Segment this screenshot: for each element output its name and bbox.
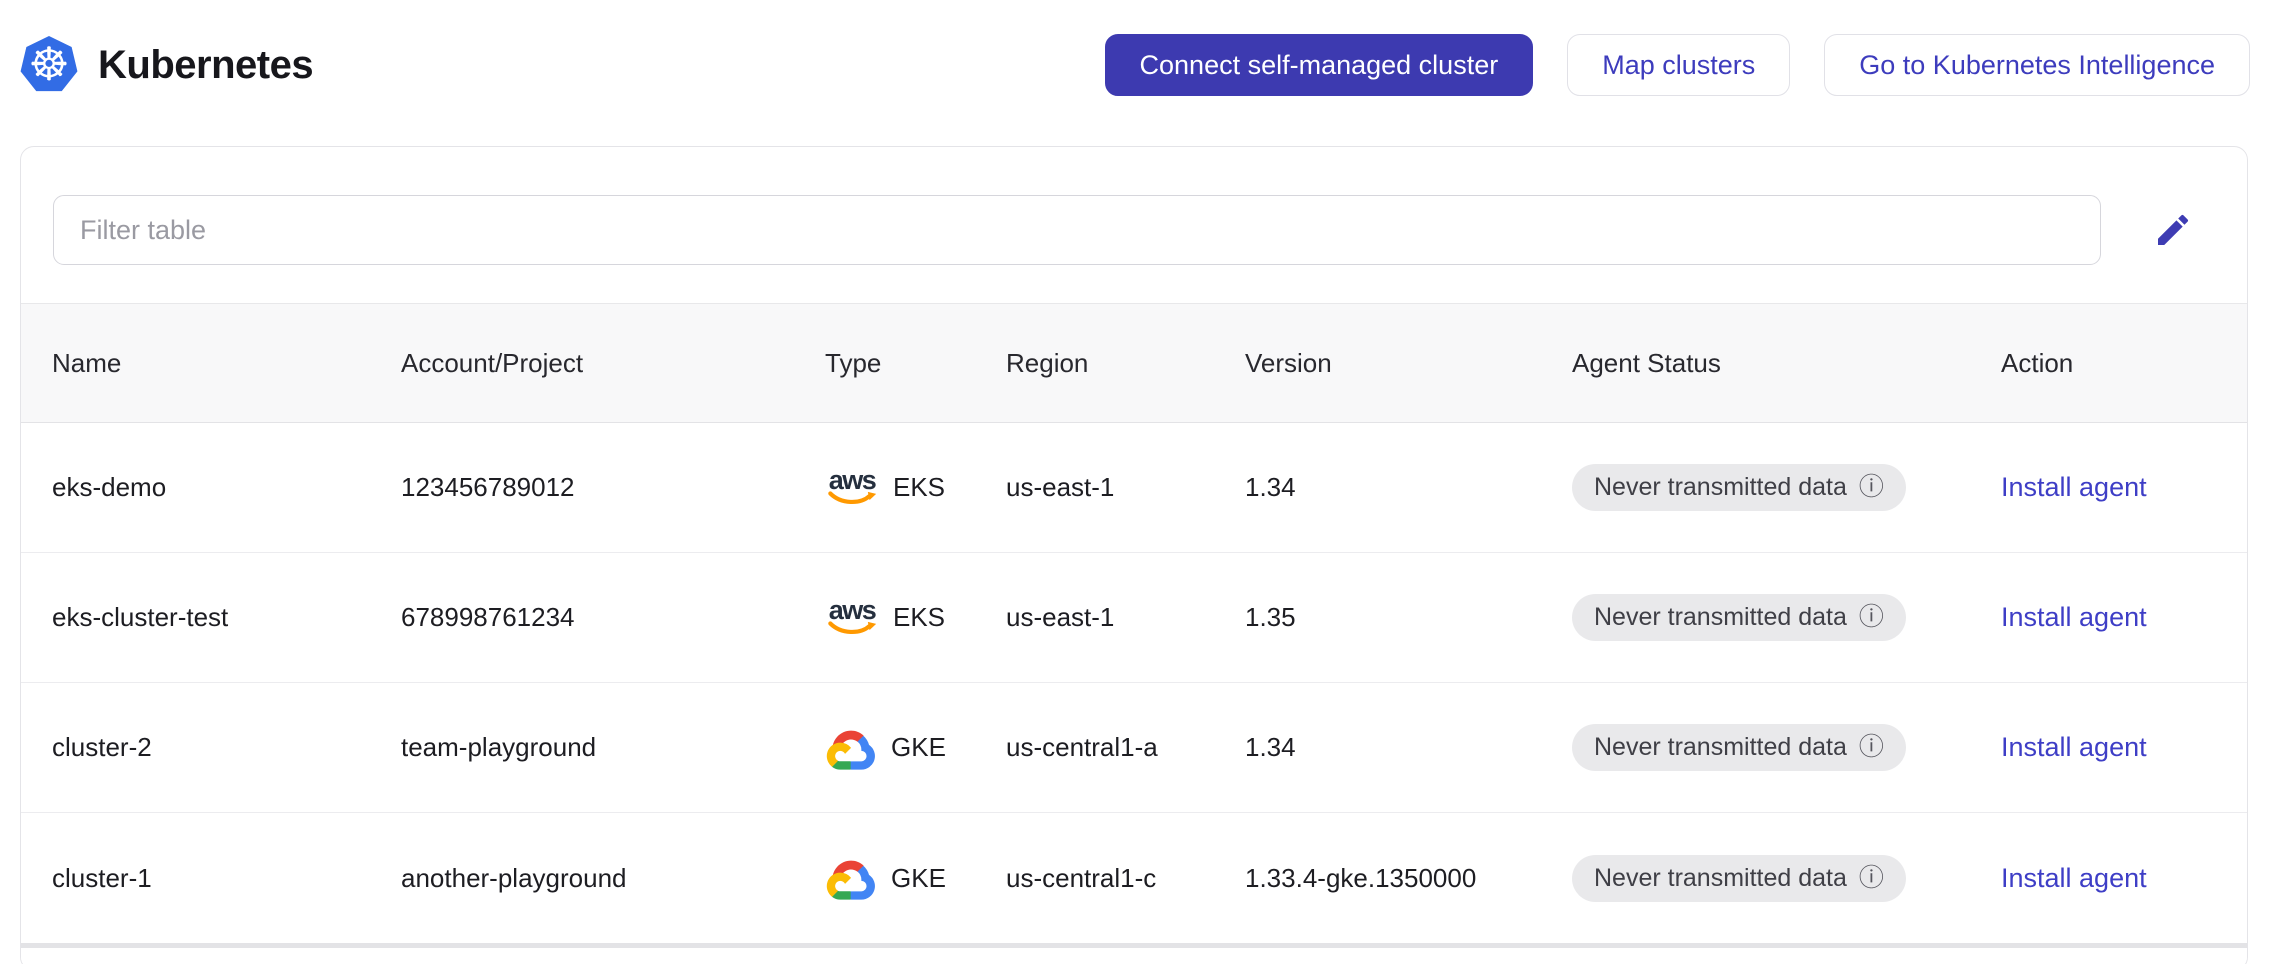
agent-status-badge: Never transmitted data ⓘ [1572, 464, 1906, 511]
info-icon[interactable]: ⓘ [1859, 475, 1884, 500]
version-cell: 1.33.4-gke.1350000 [1245, 862, 1477, 893]
table-body: eks-demo 123456789012 aws EKS us-east-1 … [21, 423, 2247, 943]
cluster-name-cell: cluster-2 [52, 732, 152, 762]
kubernetes-logo-icon: ☸ [20, 36, 78, 92]
agent-status-text: Never transmitted data [1594, 473, 1847, 501]
account-project-cell: 678998761234 [401, 602, 575, 632]
cluster-type-label: EKS [893, 472, 946, 502]
cluster-type-label: GKE [891, 862, 946, 893]
cluster-type-label: EKS [893, 602, 946, 632]
aws-logo-icon: aws [825, 597, 879, 636]
agent-status-badge: Never transmitted data ⓘ [1572, 594, 1906, 641]
table-footer-space [21, 948, 2247, 964]
agent-status-cell: Never transmitted data ⓘ [1572, 464, 2001, 511]
filter-row [21, 147, 2247, 303]
agent-status-badge: Never transmitted data ⓘ [1572, 724, 1906, 771]
edit-table-button[interactable] [2149, 206, 2197, 254]
version-cell: 1.35 [1245, 602, 1296, 632]
kubernetes-page: ☸ Kubernetes Connect self-managed cluste… [0, 32, 2270, 964]
google-cloud-logo-icon [825, 855, 877, 901]
google-cloud-logo-icon [825, 725, 877, 771]
region-cell: us-east-1 [1006, 602, 1115, 632]
map-clusters-button[interactable]: Map clusters [1567, 34, 1791, 96]
cluster-type-cell: aws GKE [825, 855, 1006, 901]
page-title-group: ☸ Kubernetes [20, 36, 314, 94]
column-header-agent-status[interactable]: Agent Status [1572, 348, 2001, 379]
column-header-region[interactable]: Region [1006, 348, 1245, 379]
install-agent-link[interactable]: Install agent [2001, 472, 2147, 502]
agent-status-text: Never transmitted data [1594, 603, 1847, 631]
page-title: Kubernetes [98, 42, 314, 87]
column-header-action[interactable]: Action [2001, 348, 2216, 379]
region-cell: us-central1-a [1006, 732, 1158, 762]
connect-self-managed-cluster-button[interactable]: Connect self-managed cluster [1104, 34, 1534, 96]
cluster-type-cell: aws EKS [825, 597, 1006, 636]
cluster-name-cell: cluster-1 [52, 862, 152, 893]
go-to-kubernetes-intelligence-button[interactable]: Go to Kubernetes Intelligence [1824, 34, 2250, 96]
install-agent-link[interactable]: Install agent [2001, 863, 2147, 893]
action-cell: Install agent [2001, 732, 2216, 763]
table-row: eks-cluster-test 678998761234 aws EKS us… [21, 553, 2247, 683]
install-agent-link[interactable]: Install agent [2001, 602, 2147, 632]
header-actions: Connect self-managed cluster Map cluster… [1104, 34, 2250, 96]
region-cell: us-east-1 [1006, 472, 1115, 502]
agent-status-cell: Never transmitted data ⓘ [1572, 594, 2001, 641]
column-header-version[interactable]: Version [1245, 348, 1572, 379]
agent-status-cell: Never transmitted data ⓘ [1572, 854, 2001, 902]
info-icon[interactable]: ⓘ [1859, 735, 1884, 760]
filter-table-input[interactable] [53, 195, 2101, 265]
install-agent-link[interactable]: Install agent [2001, 732, 2147, 762]
info-icon[interactable]: ⓘ [1859, 605, 1884, 630]
agent-status-cell: Never transmitted data ⓘ [1572, 724, 2001, 771]
column-header-name[interactable]: Name [52, 348, 401, 379]
info-icon[interactable]: ⓘ [1859, 865, 1884, 891]
region-cell: us-central1-c [1006, 862, 1157, 893]
action-cell: Install agent [2001, 472, 2216, 503]
column-header-type[interactable]: Type [825, 348, 1006, 379]
cluster-type-label: GKE [891, 732, 946, 762]
account-project-cell: 123456789012 [401, 472, 575, 502]
cluster-name-cell: eks-demo [52, 472, 167, 502]
cluster-name-cell: eks-cluster-test [52, 602, 229, 632]
cluster-type-cell: aws GKE [825, 725, 1006, 771]
agent-status-text: Never transmitted data [1594, 733, 1847, 761]
table-row: cluster-2 team-playground aws GKE us-c [21, 683, 2247, 813]
action-cell: Install agent [2001, 602, 2216, 633]
version-cell: 1.34 [1245, 472, 1296, 502]
aws-logo-icon: aws [825, 467, 879, 506]
account-project-cell: team-playground [401, 732, 597, 762]
cluster-type-cell: aws EKS [825, 467, 1006, 506]
table-row: cluster-1 another-playground aws GKE u [21, 813, 2247, 943]
agent-status-text: Never transmitted data [1594, 863, 1847, 892]
clusters-table: Name Account/Project Type Region Version… [21, 303, 2247, 943]
table-header-row: Name Account/Project Type Region Version… [21, 303, 2247, 423]
table-row: eks-demo 123456789012 aws EKS us-east-1 … [21, 423, 2247, 553]
agent-status-badge: Never transmitted data ⓘ [1572, 854, 1906, 902]
account-project-cell: another-playground [401, 862, 627, 893]
pencil-icon [2158, 214, 2189, 245]
clusters-card: Name Account/Project Type Region Version… [20, 146, 2248, 964]
action-cell: Install agent [2001, 863, 2216, 894]
column-header-account-project[interactable]: Account/Project [401, 348, 825, 379]
page-header: ☸ Kubernetes Connect self-managed cluste… [20, 32, 2250, 98]
version-cell: 1.34 [1245, 732, 1296, 762]
